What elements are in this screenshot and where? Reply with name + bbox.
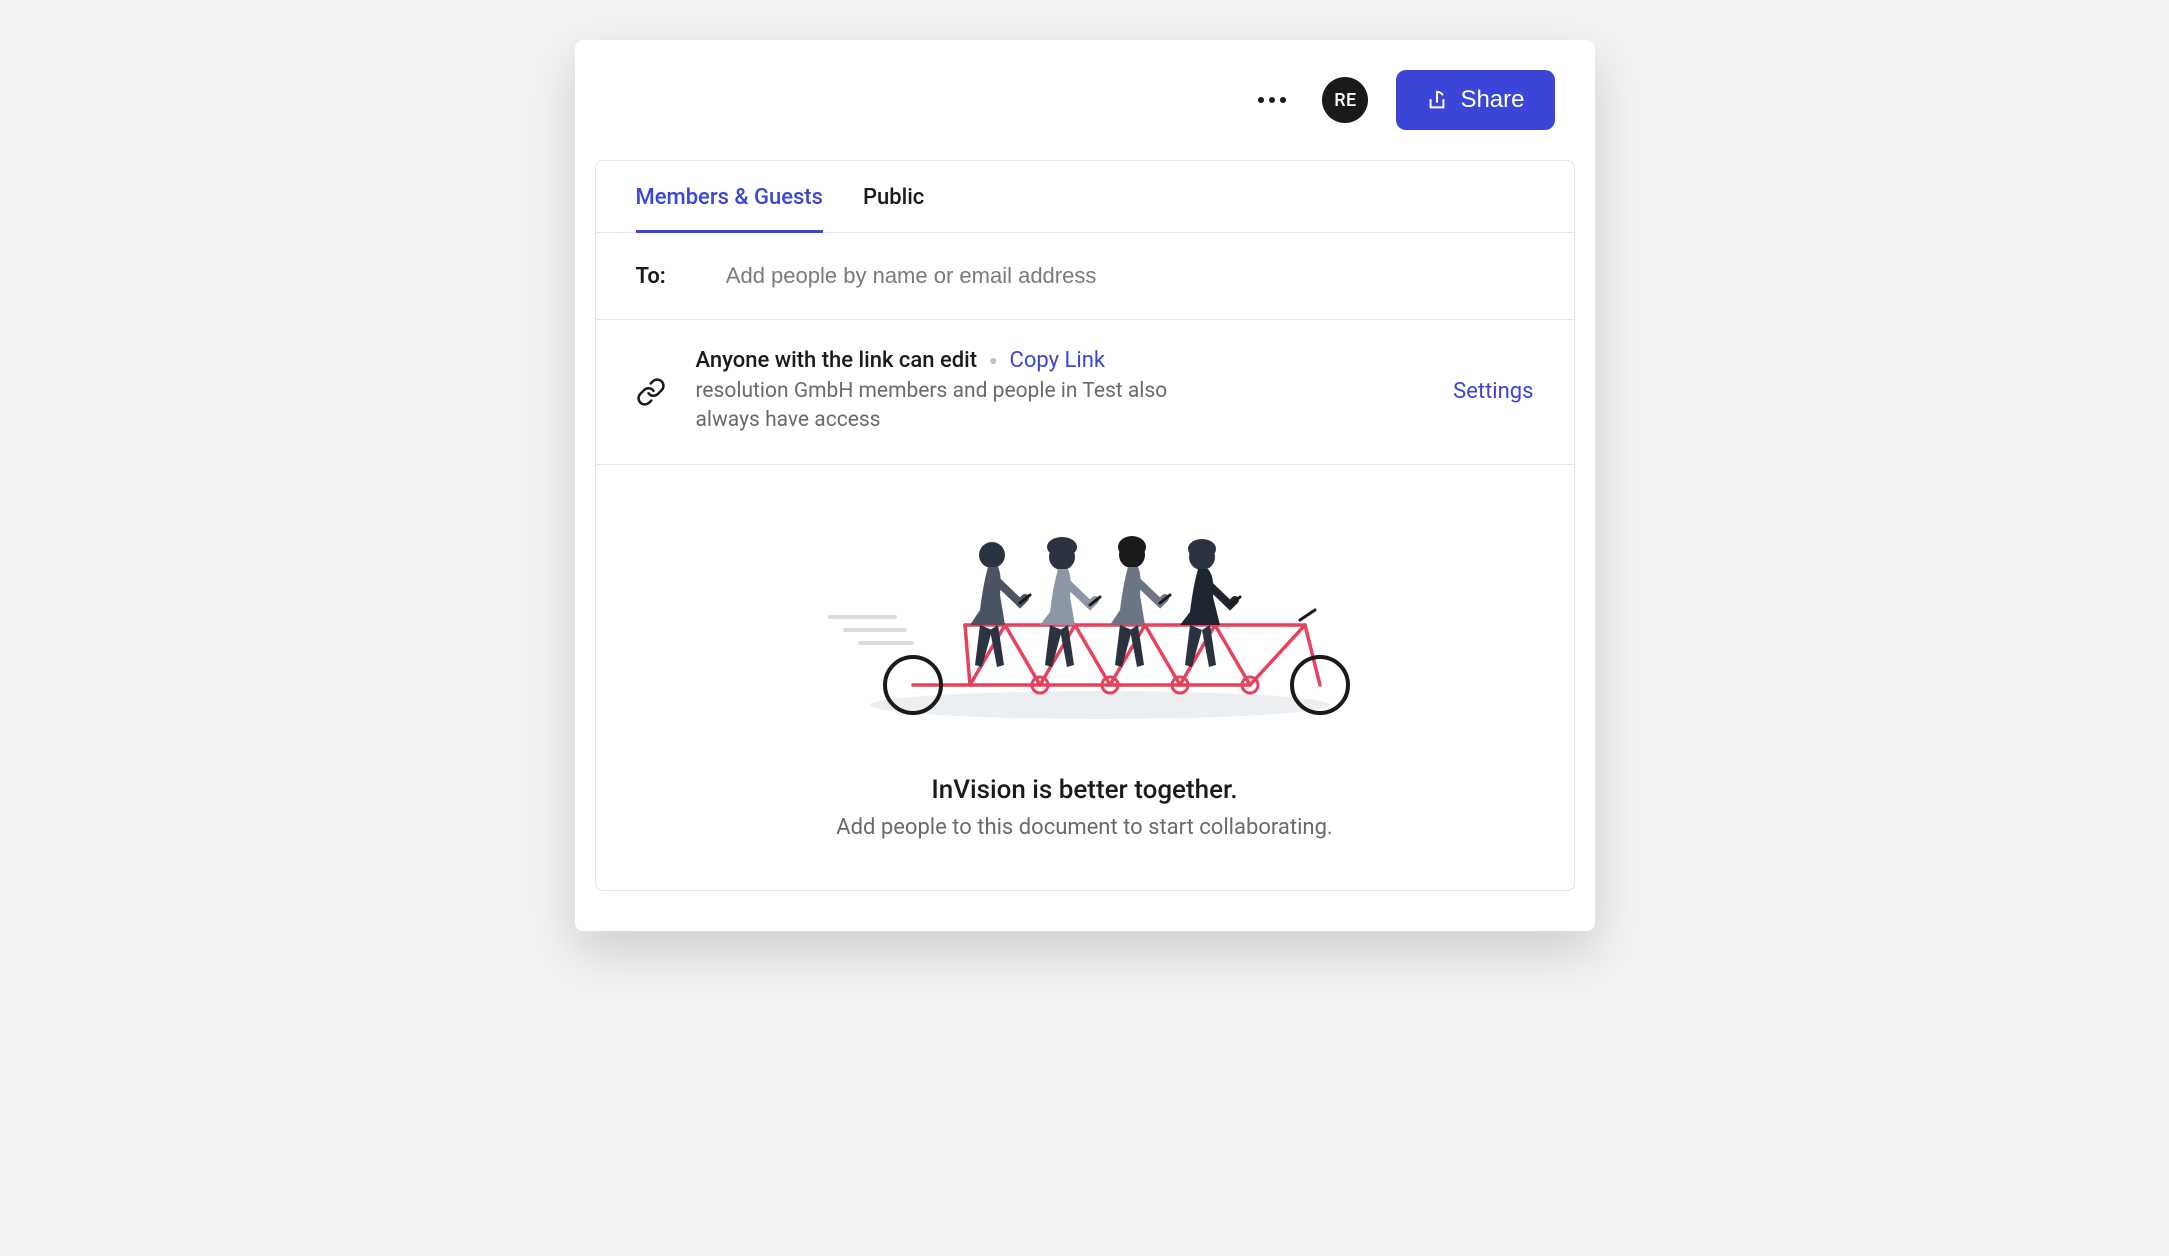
separator-dot: ● — [989, 352, 997, 369]
share-dialog: RE Share Members & Guests Public To: — [575, 40, 1595, 931]
share-panel: Members & Guests Public To: Anyone with … — [595, 160, 1575, 891]
link-subtitle: resolution GmbH members and people in Te… — [696, 377, 1236, 436]
tandem-bike-illustration — [636, 525, 1534, 725]
dialog-header: RE Share — [575, 40, 1595, 160]
link-text-block: Anyone with the link can edit ● Copy Lin… — [696, 348, 1424, 436]
settings-link[interactable]: Settings — [1453, 379, 1533, 404]
more-icon[interactable] — [1250, 89, 1294, 111]
empty-state-subtitle: Add people to this document to start col… — [636, 815, 1534, 840]
empty-state: InVision is better together. Add people … — [596, 465, 1574, 890]
avatar[interactable]: RE — [1322, 77, 1368, 123]
link-row: Anyone with the link can edit ● Copy Lin… — [596, 320, 1574, 465]
link-title-row: Anyone with the link can edit ● Copy Lin… — [696, 348, 1424, 373]
avatar-initials: RE — [1334, 90, 1357, 111]
tab-public[interactable]: Public — [863, 161, 924, 233]
copy-link-button[interactable]: Copy Link — [1010, 348, 1105, 373]
to-row: To: — [596, 233, 1574, 320]
share-icon — [1426, 89, 1448, 111]
share-button[interactable]: Share — [1396, 70, 1554, 130]
to-label: To: — [636, 264, 666, 289]
share-button-label: Share — [1460, 86, 1524, 114]
link-permission-text: Anyone with the link can edit — [696, 348, 978, 373]
tabs: Members & Guests Public — [596, 161, 1574, 233]
tab-members-guests[interactable]: Members & Guests — [636, 161, 823, 233]
link-icon — [636, 377, 666, 407]
empty-state-title: InVision is better together. — [636, 775, 1534, 805]
add-people-input[interactable] — [726, 263, 1534, 289]
